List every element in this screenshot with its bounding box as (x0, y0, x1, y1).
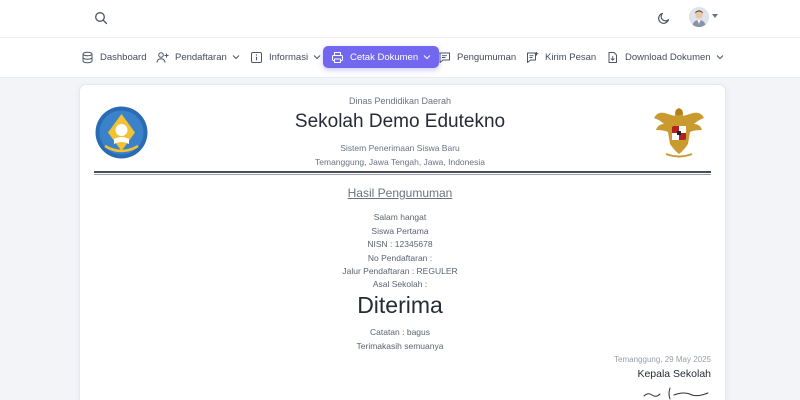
moon-icon[interactable] (657, 11, 671, 25)
nav-dashboard-label: Dashboard (100, 51, 147, 63)
note-text: Catatan : bagus (369, 327, 430, 337)
admission-result: Diterima (357, 292, 443, 318)
nav-dashboard[interactable]: Dashboard (81, 46, 146, 68)
registration-number: No Pendaftaran : (367, 253, 433, 263)
admission-path: Jalur Pendaftaran : REGULER (342, 266, 458, 276)
nav-cetak-dokumen-label: Cetak Dokumen (350, 51, 419, 63)
chevron-down-icon (716, 55, 723, 60)
nav-download-dokumen[interactable]: Download Dokumen (606, 46, 724, 68)
caret-down-icon[interactable] (712, 14, 718, 18)
nav-kirim-pesan[interactable]: Kirim Pesan (526, 46, 596, 68)
nav-pendaftaran-label: Pendaftaran (175, 51, 227, 63)
main-nav: Dashboard Pendaftaran Informasi Cetak Do… (0, 38, 800, 78)
signer-title: Kepala Sekolah (637, 368, 711, 380)
nav-informasi-label: Informasi (269, 51, 309, 63)
school-name: Sekolah Demo Edutekno (294, 111, 506, 132)
chevron-down-icon (232, 55, 240, 60)
letter-date: Temanggung, 29 May 2025 (614, 355, 711, 364)
user-plus-icon (156, 51, 169, 63)
nav-cetak-dokumen[interactable]: Cetak Dokumen (323, 46, 440, 68)
department-name: Dinas Pendidikan Daerah (348, 96, 452, 106)
user-avatar-icon (689, 7, 709, 27)
info-icon (251, 51, 262, 63)
chevron-down-icon (313, 55, 321, 60)
closing-text: Terimakasih semuanya (356, 341, 444, 351)
nav-kirim-pesan-label: Kirim Pesan (545, 51, 597, 63)
nav-pengumuman[interactable]: Pengumuman (438, 46, 516, 68)
nav-pengumuman-label: Pengumuman (457, 51, 517, 63)
search-icon[interactable] (94, 11, 108, 25)
send-message-icon (527, 51, 539, 63)
nav-pendaftaran[interactable]: Pendaftaran (156, 46, 240, 68)
database-icon (82, 51, 93, 63)
header-divider-thick (94, 171, 711, 173)
signature-image (643, 387, 709, 400)
file-download-icon (608, 51, 617, 63)
announcement-heading: Hasil Pengumuman (347, 186, 453, 200)
header-divider-thin (94, 174, 711, 175)
top-bar (0, 0, 800, 38)
avatar[interactable] (689, 7, 709, 27)
greeting-text: Salam hangat (373, 212, 427, 222)
student-name: Siswa Pertama (371, 226, 429, 236)
system-name: Sistem Penerimaan Siswa Baru (340, 143, 460, 153)
message-icon (439, 52, 450, 63)
origin-school: Asal Sekolah : (372, 279, 428, 289)
printer-icon (332, 51, 343, 63)
nav-download-dokumen-label: Download Dokumen (625, 51, 711, 63)
chevron-down-icon (423, 55, 431, 60)
student-nisn: NISN : 12345678 (367, 239, 433, 249)
nav-informasi[interactable]: Informasi (250, 46, 321, 68)
school-address: Temanggung, Jawa Tengah, Jawa, Indonesia (315, 157, 485, 167)
